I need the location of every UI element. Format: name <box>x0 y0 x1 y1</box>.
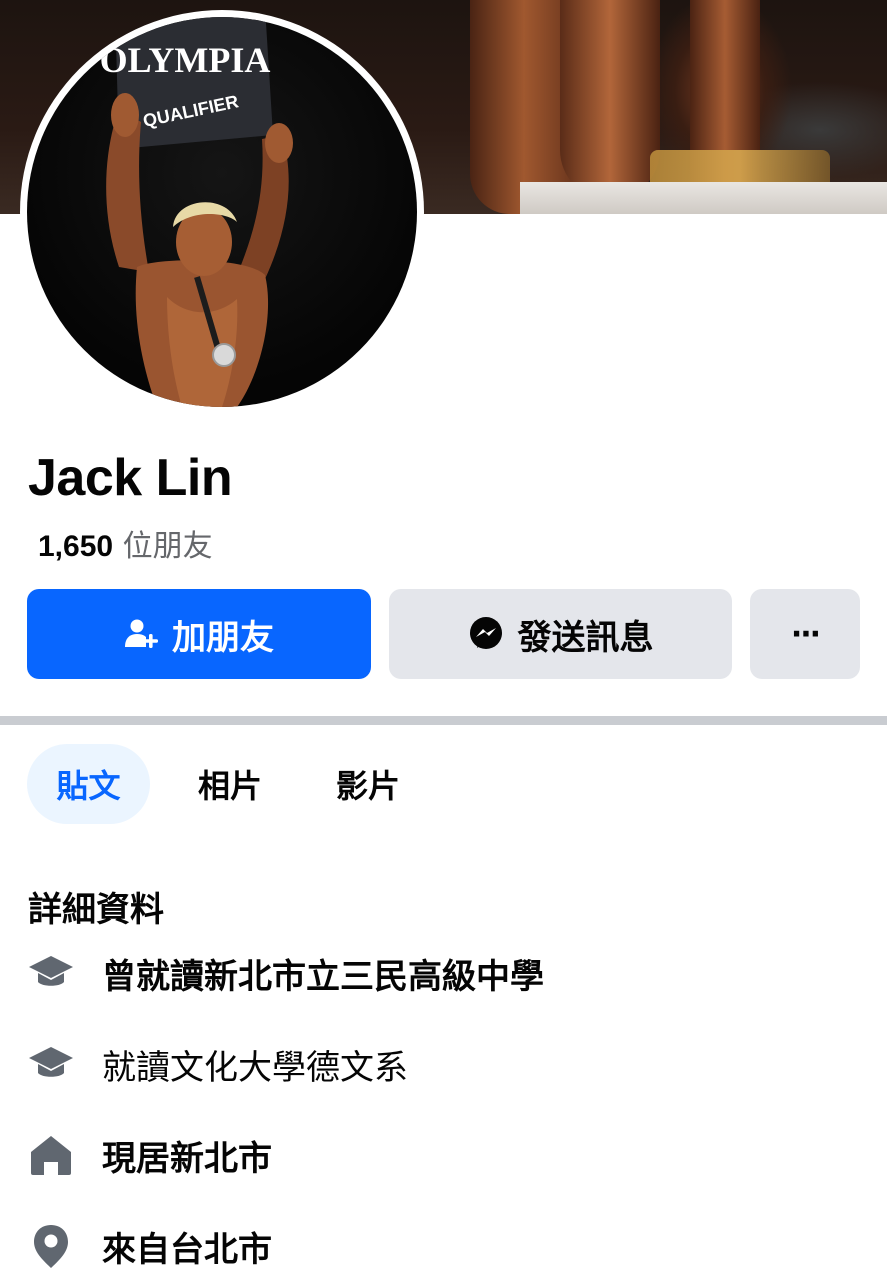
tab-videos[interactable]: 影片 <box>318 744 418 824</box>
sign-line1: OLYMPIA <box>100 40 271 80</box>
add-friend-button[interactable]: 加朋友 <box>27 589 371 679</box>
graduation-cap-icon <box>28 950 74 996</box>
friend-count[interactable]: 1,650 位朋友 <box>38 521 213 565</box>
detail-text: 來自台北市 <box>102 1229 272 1270</box>
location-pin-icon <box>28 1223 74 1269</box>
detail-item-university[interactable]: 就讀文化大學德文系 <box>28 1034 408 1094</box>
add-person-icon <box>124 617 158 651</box>
tab-posts[interactable]: 貼文 <box>27 744 150 824</box>
cover-figure-leg <box>560 0 660 200</box>
more-dots-icon: ··· <box>790 616 821 652</box>
friend-count-suffix: 位朋友 <box>113 529 213 564</box>
section-divider <box>0 716 887 725</box>
profile-page: OLYMPIA QUALIFIER Jack Lin 1,650 位朋友 加朋友… <box>0 0 887 1280</box>
details-title: 詳細資料 <box>28 890 164 930</box>
send-message-label: 發送訊息 <box>517 617 654 658</box>
messenger-icon <box>468 616 504 652</box>
cover-stage-floor <box>520 182 887 214</box>
profile-avatar[interactable]: OLYMPIA QUALIFIER <box>27 17 417 407</box>
detail-item-hometown[interactable]: 來自台北市 <box>28 1216 272 1276</box>
detail-text: 就讀文化大學德文系 <box>102 1047 408 1088</box>
detail-text: 現居新北市 <box>102 1138 272 1179</box>
add-friend-label: 加朋友 <box>172 617 274 658</box>
detail-item-high-school[interactable]: 曾就讀新北市立三民高級中學 <box>28 943 544 1003</box>
detail-item-current-city[interactable]: 現居新北市 <box>28 1125 272 1185</box>
avatar-photo: OLYMPIA QUALIFIER <box>100 17 293 407</box>
tab-photos[interactable]: 相片 <box>180 744 280 824</box>
detail-text: 曾就讀新北市立三民高級中學 <box>102 956 544 997</box>
graduation-cap-icon <box>28 1041 74 1087</box>
home-icon <box>28 1132 74 1178</box>
send-message-button[interactable]: 發送訊息 <box>389 589 732 679</box>
friend-count-number: 1,650 <box>38 530 114 563</box>
more-options-button[interactable]: ··· <box>750 589 860 679</box>
profile-name: Jack Lin <box>28 449 233 507</box>
